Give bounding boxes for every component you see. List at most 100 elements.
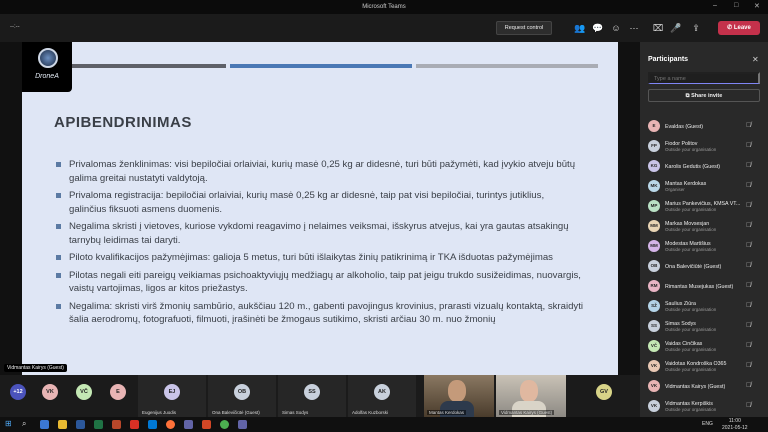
avatar: VK: [648, 360, 660, 372]
windows-taskbar: ⊞ ⌕ ENG 11:00 2021-05-12: [0, 417, 768, 432]
participant-strip: +12 VK VČ E EJ Eugenijus Juodis OB Ona Baleviči…: [0, 375, 640, 417]
avatar: MM: [648, 240, 660, 252]
participant-row[interactable]: KG Karolis Gedutis (Guest) 🎙̸: [640, 156, 768, 176]
excel-icon[interactable]: [94, 420, 103, 429]
bullet-text: Privaloma registracija: bepiločiai orlai…: [69, 190, 545, 215]
camera-off-icon[interactable]: ⌧: [652, 22, 664, 34]
bullet-square-icon: [56, 193, 61, 198]
teams-active-icon[interactable]: [238, 420, 247, 429]
mic-icon[interactable]: 🎤: [670, 22, 682, 34]
powerpoint-icon[interactable]: [112, 420, 121, 429]
avatar: MP: [648, 200, 660, 212]
mic-muted-icon: 🎙̸: [746, 202, 752, 209]
share-screen-icon[interactable]: ⇪: [690, 22, 702, 34]
leave-label: Leave: [733, 25, 751, 31]
participant-row[interactable]: SŽ Saulius Žiūra Outside your organisation…: [640, 296, 768, 316]
tile-name: Adolfas Kuzborski: [352, 410, 389, 415]
leave-button[interactable]: ✆ Leave: [718, 21, 760, 35]
participant-video[interactable]: Vidmantas Kairys (Guest): [496, 375, 566, 417]
participant-row[interactable]: VK Vidmantas Kerpiškis Outside your organi…: [640, 396, 768, 416]
mic-muted-icon: 🎙̸: [746, 262, 752, 269]
firefox-icon[interactable]: [166, 420, 175, 429]
request-control-button[interactable]: Request control: [496, 21, 552, 35]
word-icon[interactable]: [76, 420, 85, 429]
reactions-icon[interactable]: ☺: [610, 22, 622, 34]
participant-row[interactable]: MK Mantas Kerdokas Organiser 🎙̸: [640, 176, 768, 196]
participant-status: Outside your organisation: [665, 327, 717, 332]
slide-heading: APIBENDRINIMAS: [54, 114, 192, 131]
participant-status: Organiser: [665, 187, 685, 192]
avatar: OB: [234, 384, 250, 400]
participant-row[interactable]: MM Markas Movsesjan Outside your organisat…: [640, 216, 768, 236]
mic-muted-icon: 🎙̸: [746, 142, 752, 149]
participant-tile[interactable]: EJ Eugenijus Juodis: [138, 375, 206, 417]
mic-muted-icon: 🎙̸: [746, 282, 752, 289]
participant-row[interactable]: FP Fiodor Politov Outside your organisatio…: [640, 136, 768, 156]
participant-status: Outside your organisation: [665, 147, 717, 152]
participant-row[interactable]: VK Vaidotas Kondroška O365 Outside your or…: [640, 356, 768, 376]
participant-row[interactable]: MP Marius Pankevičius, KMSA VT... Outside …: [640, 196, 768, 216]
slide-bar-2: [230, 64, 412, 68]
windows-start-icon[interactable]: ⊞: [5, 419, 14, 428]
participant-row[interactable]: MM Modestas Martišius Outside your organis…: [640, 236, 768, 256]
participant-search-input[interactable]: [648, 72, 760, 84]
maximize-icon[interactable]: □: [734, 2, 738, 9]
avatar[interactable]: VK: [42, 384, 58, 400]
more-participants-badge[interactable]: +12: [10, 384, 26, 400]
shared-content-stage: DroneA APIBENDRINIMAS Privalomas ženklin…: [0, 42, 640, 375]
chat-icon[interactable]: 💬: [592, 22, 604, 34]
participant-status: Outside your organisation: [665, 407, 717, 412]
avatar: AK: [374, 384, 390, 400]
edge-icon[interactable]: [148, 420, 157, 429]
participant-tile[interactable]: SS Simas Sodys: [278, 375, 346, 417]
language-indicator[interactable]: ENG: [702, 421, 713, 427]
mic-muted-icon: 🎙̸: [746, 122, 752, 129]
tile-name: Simas Sodys: [282, 410, 309, 415]
participant-status: Outside your organisation: [665, 207, 717, 212]
participant-row[interactable]: RM Rimantas Musejukas (Guest) 🎙̸: [640, 276, 768, 296]
participant-name: Vidmantas Kairys (Guest): [665, 384, 726, 390]
participant-video[interactable]: Mantas Kerdokas: [424, 375, 494, 417]
acrobat-icon[interactable]: [130, 420, 139, 429]
participant-status: Outside your organisation: [665, 347, 717, 352]
close-panel-icon[interactable]: ✕: [752, 55, 759, 64]
avatar[interactable]: E: [110, 384, 126, 400]
avatar[interactable]: GV: [596, 384, 612, 400]
bullet-text: Pilotas negali eiti pareigų veikiamas ps…: [69, 269, 581, 295]
taskbar-search-icon[interactable]: ⌕: [22, 419, 31, 428]
participant-status: Outside your organisation: [665, 367, 717, 372]
minimize-icon[interactable]: –: [713, 2, 717, 9]
mic-muted-icon: 🎙̸: [746, 382, 752, 389]
mic-muted-icon: 🎙̸: [746, 162, 752, 169]
meeting-toolbar: --:-- Request control 👥 💬 ☺ ⋯ ⌧ 🎤 ⇪ ✆ Le…: [0, 14, 768, 42]
panel-title: Participants: [648, 56, 689, 63]
participant-row[interactable]: VK Vidmantas Kairys (Guest) 🎙̸: [640, 376, 768, 396]
participant-status: Outside your organisation: [665, 227, 717, 232]
taskbar-app-icon[interactable]: [40, 420, 49, 429]
mic-muted-icon: 🎙̸: [746, 222, 752, 229]
avatar: MK: [648, 180, 660, 192]
participant-row[interactable]: VČ Vaidas Činčikas Outside your organisati…: [640, 336, 768, 356]
mic-muted-icon: 🎙̸: [746, 362, 752, 369]
share-invite-button[interactable]: ⧉ Share invite: [648, 89, 760, 102]
slide-bar-3: [416, 64, 598, 68]
participant-row[interactable]: OB Ona Balevičiūtė (Guest) 🎙̸: [640, 256, 768, 276]
more-actions-icon[interactable]: ⋯: [628, 22, 640, 34]
avatar[interactable]: VČ: [76, 384, 92, 400]
file-explorer-icon[interactable]: [58, 420, 67, 429]
tile-name: Mantas Kerdokas: [427, 410, 467, 415]
chrome-icon[interactable]: [220, 420, 229, 429]
participant-tile[interactable]: AK Adolfas Kuzborski: [348, 375, 416, 417]
participant-row[interactable]: E Evaldas (Guest) 🎙̸: [640, 116, 768, 136]
system-clock[interactable]: 11:00 2021-05-12: [722, 418, 748, 431]
close-window-icon[interactable]: ✕: [754, 2, 760, 10]
bullet-square-icon: [56, 272, 61, 278]
teams-icon[interactable]: [184, 420, 193, 429]
office-icon[interactable]: [202, 420, 211, 429]
participant-row[interactable]: SS Simas Sodys Outside your organisation 🎙̸: [640, 316, 768, 336]
bullet-square-icon: [56, 255, 61, 260]
participant-tile[interactable]: OB Ona Balevičiūtė (Guest): [208, 375, 276, 417]
mic-muted-icon: 🎙̸: [746, 302, 752, 309]
bullet-text: Negalima skristi į vietoves, kuriose vyk…: [69, 221, 569, 246]
participants-icon[interactable]: 👥: [574, 22, 586, 34]
